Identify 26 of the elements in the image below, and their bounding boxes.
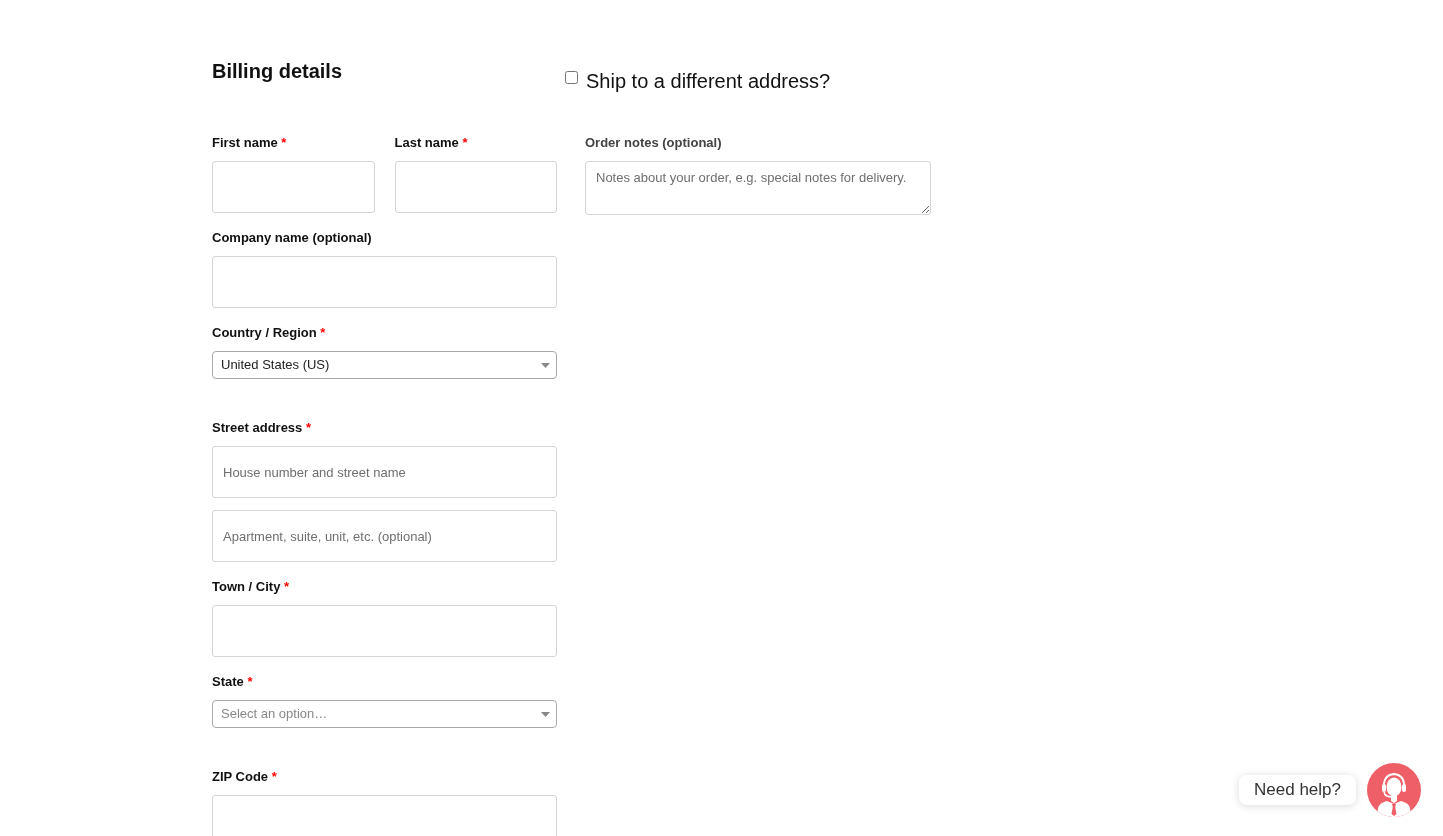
input-field[interactable]: House number and street name xyxy=(212,446,557,498)
select-field[interactable]: Select an option… xyxy=(212,700,557,728)
field-label: Order notes (optional) xyxy=(585,134,722,152)
textarea-field[interactable]: Notes about your order, e.g. special notes for delivery. xyxy=(585,161,931,215)
input-field[interactable] xyxy=(212,605,557,657)
support-agent-icon[interactable] xyxy=(1367,763,1421,817)
input-field[interactable] xyxy=(212,256,557,308)
input-field[interactable] xyxy=(394,161,557,213)
input-field[interactable] xyxy=(212,795,557,836)
need-help-button[interactable]: Need help? xyxy=(1239,775,1356,805)
field-label: First name * xyxy=(212,134,287,152)
checkbox-label: Ship to a different address? xyxy=(586,69,831,93)
section-heading: Billing details xyxy=(212,59,344,83)
field-label: Company name (optional) xyxy=(212,229,372,247)
field-label: Country / Region * xyxy=(212,324,326,342)
field-label: State * xyxy=(212,673,253,691)
field-label: ZIP Code * xyxy=(212,768,277,786)
input-field[interactable]: Apartment, suite, unit, etc. (optional) xyxy=(212,510,557,562)
field-label: Last name * xyxy=(394,134,468,152)
checkbox[interactable] xyxy=(565,71,578,84)
caret-icon xyxy=(541,362,550,368)
input-field[interactable] xyxy=(212,161,375,213)
field-label: Town / City * xyxy=(212,578,290,596)
field-label: Street address * xyxy=(212,419,311,437)
caret-icon xyxy=(541,711,550,717)
select-field[interactable]: United States (US) xyxy=(212,351,557,379)
